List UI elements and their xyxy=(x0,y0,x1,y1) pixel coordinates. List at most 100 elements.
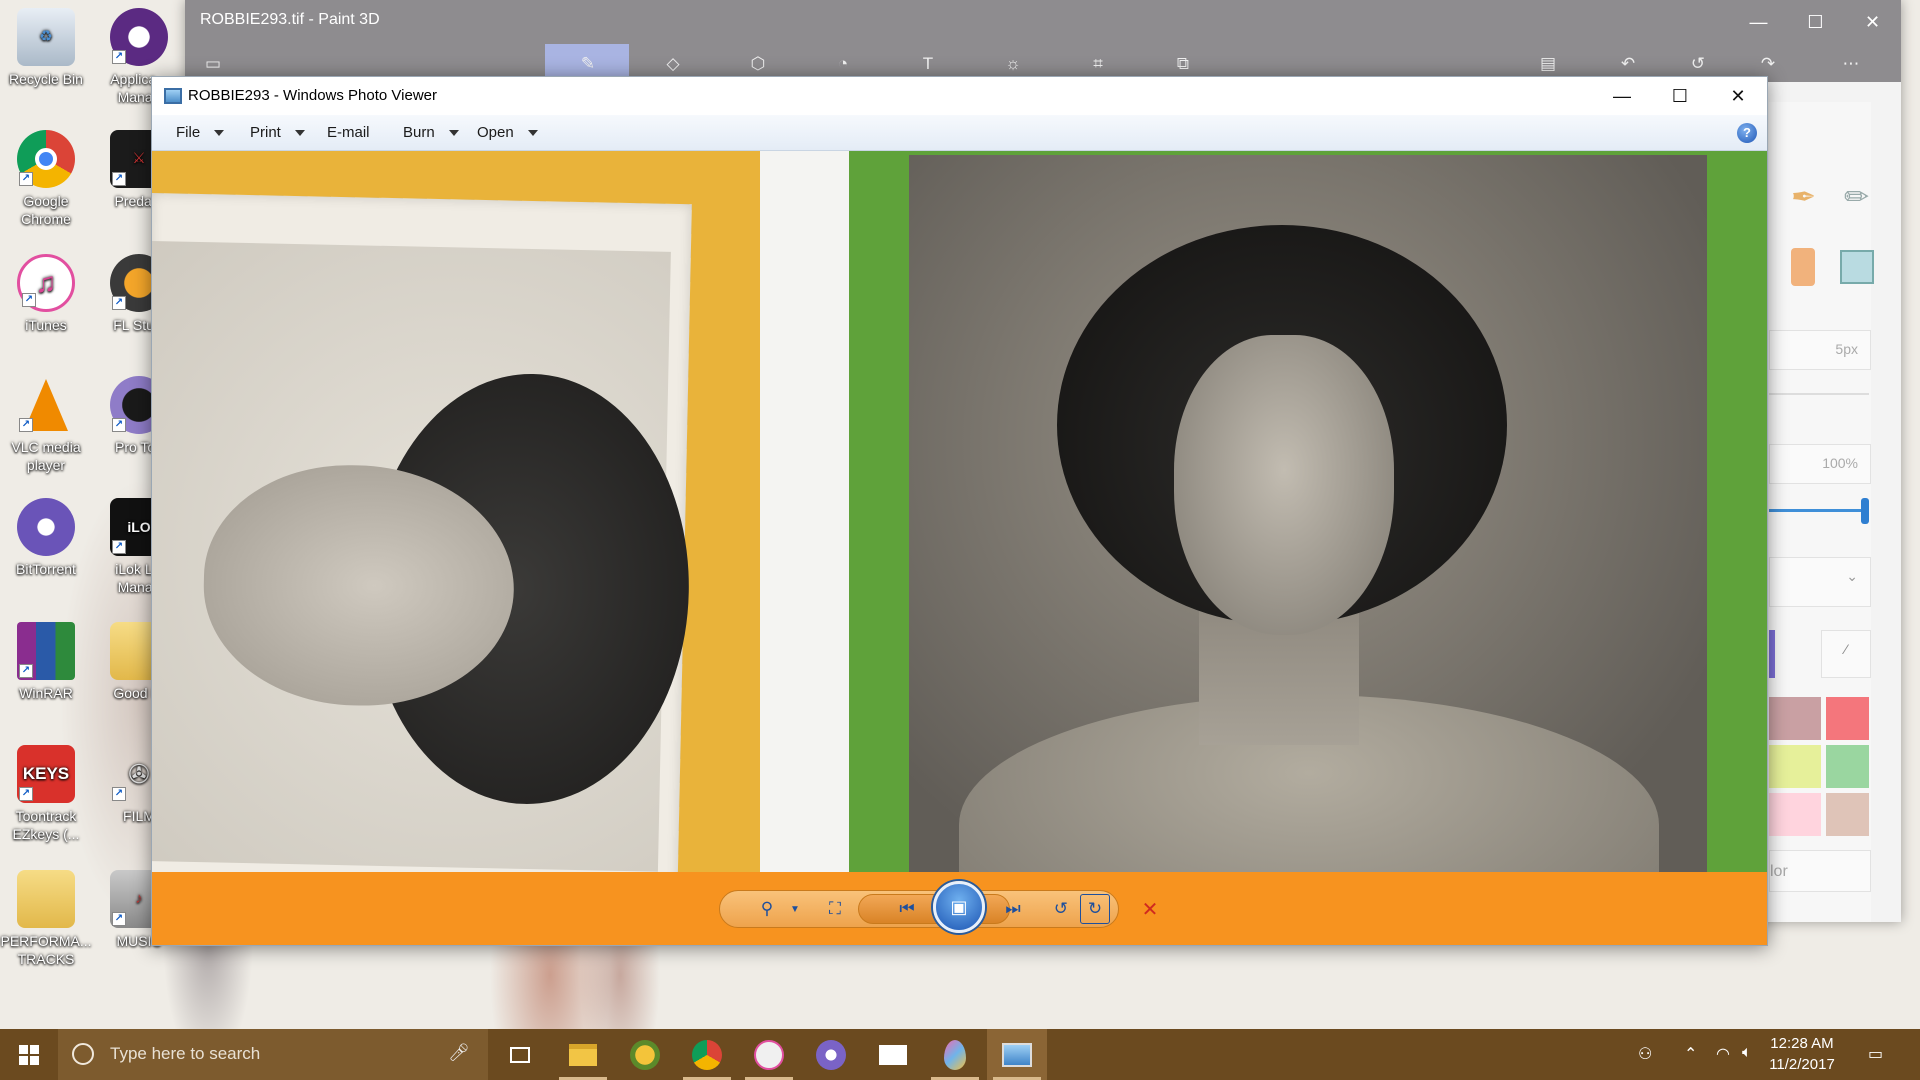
menu-email[interactable]: E-mail xyxy=(327,124,370,141)
desktop-icon-bittorrent[interactable]: BitTorrent xyxy=(0,498,92,578)
paint3d-window-controls: — ☐ ✕ xyxy=(1730,0,1901,44)
app-manager-icon: ↗ xyxy=(110,8,168,66)
photo-display[interactable] xyxy=(152,151,1767,872)
opacity-field[interactable]: 100% xyxy=(1769,444,1871,484)
desktop-icon-label: iTunes xyxy=(25,317,67,333)
opacity-slider-handle[interactable] xyxy=(1861,498,1869,524)
desktop-icon-label: VLC media player xyxy=(11,439,81,473)
zoom-icon[interactable]: ⚲ xyxy=(752,894,782,924)
desktop-icon-ezkeys[interactable]: KEYS ↗ Toontrack EZkeys (... xyxy=(0,745,92,843)
wifi-icon[interactable]: ◠ xyxy=(1716,1044,1730,1064)
microphone-icon[interactable]: 🎤︎ xyxy=(448,1043,470,1063)
maximize-icon[interactable]: ☐ xyxy=(1787,0,1844,44)
taskbar-bittorrent[interactable] xyxy=(801,1029,861,1080)
selected-color xyxy=(1769,630,1775,678)
fill-bucket-icon[interactable] xyxy=(1840,250,1874,284)
system-clock[interactable]: 12:28 AM 11/2/2017 xyxy=(1762,1033,1842,1075)
color-swatch[interactable] xyxy=(1769,697,1821,740)
slideshow-button[interactable]: ▣ xyxy=(933,881,985,933)
desktop-icon-vlc[interactable]: ↗ VLC media player xyxy=(0,376,92,474)
paint3d-brush-panel: ✒ ✏ 5px 100% ⌄ ⁄ lor xyxy=(1769,102,1874,922)
taskbar-mail[interactable] xyxy=(863,1029,923,1080)
paint3d-titlebar[interactable]: ROBBIE293.tif - Paint 3D — ☐ ✕ xyxy=(185,0,1901,44)
next-icon[interactable]: ⏭ xyxy=(998,894,1028,924)
folder-icon xyxy=(17,870,75,928)
thickness-field[interactable]: 5px xyxy=(1769,330,1871,370)
desktop-icon-winrar[interactable]: ↗ WinRAR xyxy=(0,622,92,702)
menu-print-label: Print xyxy=(250,124,281,141)
task-view-button[interactable] xyxy=(490,1029,550,1080)
dropdown-arrow-icon xyxy=(214,129,225,136)
color-swatch[interactable] xyxy=(1769,793,1821,836)
dropdown-arrow-icon xyxy=(527,129,538,136)
help-icon[interactable]: ? xyxy=(1737,123,1757,143)
menu-print[interactable]: Print xyxy=(250,124,305,141)
color-dropdown[interactable]: ⌄ xyxy=(1769,557,1871,607)
taskbar-itunes[interactable] xyxy=(739,1029,799,1080)
taskbar-fl-studio[interactable] xyxy=(615,1029,675,1080)
close-icon[interactable]: ✕ xyxy=(1844,0,1901,44)
calligraphy-pen-icon[interactable]: ✒ xyxy=(1791,180,1816,215)
menu-file-label: File xyxy=(176,124,201,141)
fl-studio-icon xyxy=(630,1039,660,1070)
photo-gap xyxy=(760,151,854,872)
desktop-icon-itunes[interactable]: ♫ ↗ iTunes xyxy=(0,254,92,334)
search-placeholder: Type here to search xyxy=(110,1044,261,1063)
rotate-clockwise-icon[interactable]: ↻ xyxy=(1080,894,1110,924)
color-swatch[interactable] xyxy=(1769,745,1821,788)
color-swatch[interactable] xyxy=(1826,793,1869,836)
desktop-icon-label: Recycle Bin xyxy=(9,71,83,87)
action-center-icon[interactable]: ▭ xyxy=(1868,1044,1883,1064)
opacity-slider-track[interactable] xyxy=(1769,509,1867,512)
polaroid-left xyxy=(152,193,694,872)
menu-burn[interactable]: Burn xyxy=(403,124,459,141)
maximize-icon[interactable]: ☐ xyxy=(1651,77,1709,115)
desktop-icon-chrome[interactable]: ↗ Google Chrome xyxy=(0,130,92,228)
bittorrent-icon xyxy=(816,1039,846,1070)
more-icon[interactable]: ⋯ xyxy=(1838,54,1864,80)
dropdown-arrow-icon xyxy=(294,129,305,136)
menu-burn-label: Burn xyxy=(403,124,435,141)
show-hidden-icons-icon[interactable]: ⌃ xyxy=(1684,1044,1697,1064)
divider xyxy=(1769,393,1869,395)
add-color-label: lor xyxy=(1770,863,1788,880)
add-color-button[interactable]: lor xyxy=(1769,850,1871,892)
pencil-icon[interactable]: ✏ xyxy=(1844,180,1869,215)
chrome-icon xyxy=(692,1039,722,1070)
people-icon[interactable]: ⚇ xyxy=(1638,1044,1652,1064)
zoom-dropdown-icon[interactable]: ▼ xyxy=(780,894,810,924)
taskbar-chrome[interactable] xyxy=(677,1029,737,1080)
opacity-value: 100% xyxy=(1822,455,1858,471)
eyedropper-button[interactable]: ⁄ xyxy=(1821,630,1871,678)
menu-open-label: Open xyxy=(477,124,514,141)
photo-viewer-window: ROBBIE293 - Windows Photo Viewer — ☐ ✕ F… xyxy=(151,76,1768,946)
photo-viewer-menubar: File Print E-mail Burn Open ? xyxy=(152,115,1767,151)
start-button[interactable] xyxy=(0,1029,58,1080)
desktop-icon-label: WinRAR xyxy=(19,685,73,701)
itunes-icon: ♫ ↗ xyxy=(17,254,75,312)
itunes-icon xyxy=(754,1039,784,1070)
photo-viewer-titlebar[interactable]: ROBBIE293 - Windows Photo Viewer — ☐ ✕ xyxy=(152,77,1767,115)
menu-open[interactable]: Open xyxy=(477,124,538,141)
delete-icon[interactable]: ✕ xyxy=(1135,894,1165,924)
desktop-icon-recycle-bin[interactable]: ♻ Recycle Bin xyxy=(0,8,92,88)
minimize-icon[interactable]: — xyxy=(1593,77,1651,115)
taskbar-file-explorer[interactable] xyxy=(553,1029,613,1080)
portrait-rotated xyxy=(152,240,694,872)
portrait-upright xyxy=(909,155,1707,872)
taskbar-search-box[interactable]: Type here to search 🎤︎ xyxy=(58,1029,488,1080)
photo-viewer-icon xyxy=(1002,1042,1032,1067)
previous-icon[interactable]: ⏮ xyxy=(892,894,922,924)
close-icon[interactable]: ✕ xyxy=(1709,77,1767,115)
minimize-icon[interactable]: — xyxy=(1730,0,1787,44)
volume-icon[interactable]: 🔈︎ xyxy=(1742,1044,1752,1062)
actual-size-icon[interactable]: ⛶ xyxy=(820,894,850,924)
color-swatch[interactable] xyxy=(1826,697,1869,740)
rotate-counterclockwise-icon[interactable]: ↺ xyxy=(1046,894,1076,924)
taskbar-paint3d[interactable] xyxy=(925,1029,985,1080)
taskbar-photo-viewer[interactable] xyxy=(987,1029,1047,1080)
menu-file[interactable]: File xyxy=(176,124,225,141)
spray-can-icon[interactable] xyxy=(1791,248,1815,286)
desktop-icon-performance-tracks[interactable]: PERFORMA... TRACKS xyxy=(0,870,92,968)
color-swatch[interactable] xyxy=(1826,745,1869,788)
